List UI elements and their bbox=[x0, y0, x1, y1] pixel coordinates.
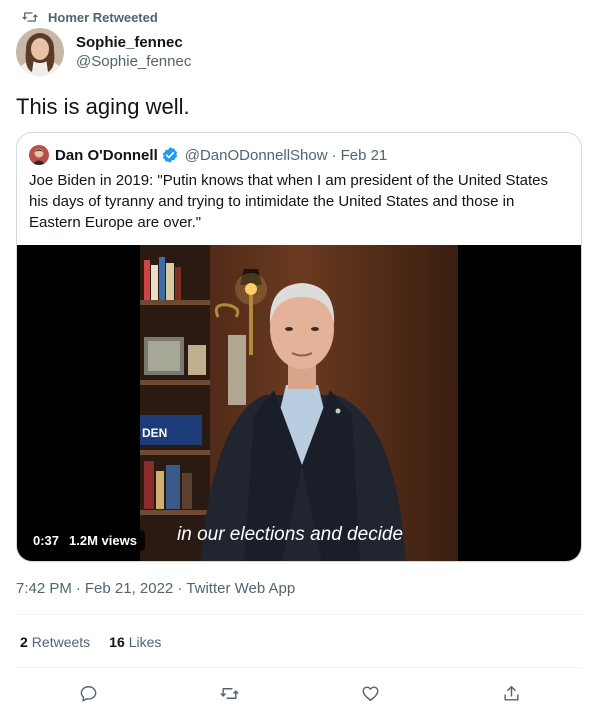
quoted-handle: @DanODonnellShow bbox=[184, 146, 328, 164]
author-handle[interactable]: @Sophie_fennec bbox=[76, 52, 191, 71]
video-info-badge: 0:37 1.2M views bbox=[25, 530, 145, 551]
tweet-date[interactable]: Feb 21, 2022 bbox=[85, 580, 173, 597]
author-display-name[interactable]: Sophie_fennec bbox=[76, 33, 191, 52]
quoted-tweet-text: Joe Biden in 2019: "Putin knows that whe… bbox=[29, 172, 548, 231]
video-thumbnail: DEN bbox=[140, 245, 458, 561]
tweet-text: This is aging well. bbox=[16, 94, 190, 119]
retweet-button[interactable] bbox=[216, 680, 242, 706]
divider bbox=[16, 667, 582, 668]
separator-dot: · bbox=[75, 580, 81, 597]
tweet-stats: 2 Retweets 16 Likes bbox=[20, 634, 161, 650]
separator-dot: · bbox=[177, 580, 183, 597]
tweet-time[interactable]: 7:42 PM bbox=[16, 580, 72, 597]
retweets-stat[interactable]: 2 Retweets bbox=[20, 634, 90, 650]
retweets-label: Retweets bbox=[31, 634, 91, 650]
svg-text:DEN: DEN bbox=[142, 426, 167, 440]
retweets-count: 2 bbox=[20, 634, 28, 650]
video-caption: in our elections and decide bbox=[177, 524, 404, 545]
reply-button[interactable] bbox=[75, 680, 101, 706]
retweet-context[interactable]: Homer Retweeted bbox=[22, 8, 158, 26]
tweet-actions bbox=[0, 680, 598, 706]
video-player[interactable]: DEN in our elections and decide 0:37 1.2… bbox=[17, 245, 581, 561]
likes-count: 16 bbox=[109, 634, 125, 650]
likes-stat[interactable]: 16 Likes bbox=[109, 634, 161, 650]
retweet-icon bbox=[22, 12, 38, 22]
quoted-date: Feb 21 bbox=[340, 146, 388, 164]
divider bbox=[16, 614, 582, 615]
reply-icon bbox=[80, 685, 96, 701]
retweet-icon bbox=[219, 687, 239, 699]
quoted-tweet-header: Dan O'Donnell @DanODonnellShow · Feb 21 bbox=[29, 145, 387, 165]
quoted-avatar bbox=[29, 145, 49, 165]
quoted-tweet-card[interactable]: Dan O'Donnell @DanODonnellShow · Feb 21 … bbox=[16, 132, 582, 562]
share-button[interactable] bbox=[498, 680, 524, 706]
like-button[interactable] bbox=[357, 680, 383, 706]
tweet-meta: 7:42 PM · Feb 21, 2022 · Twitter Web App bbox=[16, 580, 295, 597]
verified-badge-icon bbox=[162, 147, 177, 163]
retweeted-by-label: Homer Retweeted bbox=[48, 9, 158, 25]
likes-label: Likes bbox=[128, 634, 162, 650]
avatar[interactable] bbox=[16, 28, 64, 76]
tweet-source[interactable]: Twitter Web App bbox=[186, 580, 295, 597]
heart-icon bbox=[362, 685, 378, 701]
quoted-display-name: Dan O'Donnell bbox=[55, 146, 158, 164]
video-views: 1.2M views bbox=[69, 533, 137, 548]
share-icon bbox=[503, 685, 519, 701]
video-duration: 0:37 bbox=[33, 533, 60, 548]
separator-dot: · bbox=[331, 146, 337, 164]
tweet-author: Sophie_fennec @Sophie_fennec bbox=[16, 28, 191, 76]
